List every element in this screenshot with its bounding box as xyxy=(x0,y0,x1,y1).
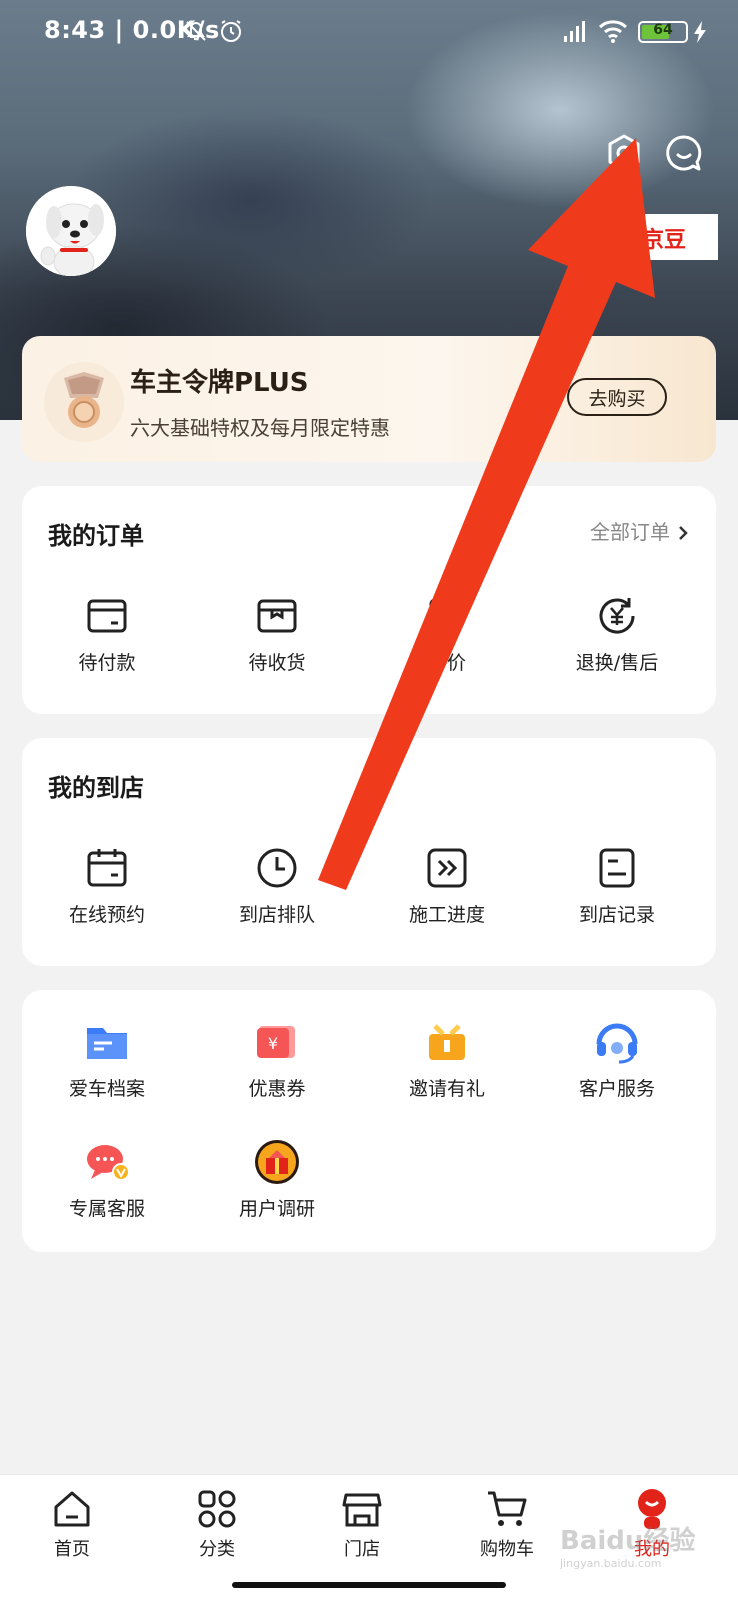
plus-title: 车主令牌PLUS xyxy=(130,368,309,398)
construction-progress[interactable]: 施工进度 xyxy=(372,844,522,927)
plus-banner[interactable]: 车主令牌PLUS 六大基础特权及每月限定特惠 去购买 xyxy=(22,336,716,462)
calendar-icon xyxy=(87,849,127,887)
settings-icon[interactable] xyxy=(604,133,644,173)
service-item-label: 用户调研 xyxy=(238,1198,315,1220)
store-item-label: 到店记录 xyxy=(578,904,655,926)
wallet-icon xyxy=(87,599,127,633)
folder-icon xyxy=(87,1028,127,1059)
tab-label: 分类 xyxy=(199,1539,235,1560)
services-card: 爱车档案 ¥ 优惠券 邀请有礼 客户服务 专属客服 用户调研 xyxy=(22,990,716,1252)
tab-cart[interactable]: 购物车 xyxy=(452,1487,562,1561)
service-item-label: 客户服务 xyxy=(578,1078,655,1100)
order-item-label: 待收货 xyxy=(248,652,306,674)
coupon-icon: ¥ xyxy=(257,1026,295,1058)
store-records[interactable]: 到店记录 xyxy=(542,844,692,927)
store-icon xyxy=(342,1493,382,1527)
gift-icon xyxy=(429,1024,465,1060)
service-item-label: 爱车档案 xyxy=(68,1078,145,1100)
car-profile[interactable]: 爱车档案 xyxy=(32,1018,182,1101)
store-visits-title: 我的到店 xyxy=(48,774,144,802)
cart-icon xyxy=(488,1491,527,1526)
avatar[interactable] xyxy=(26,186,116,276)
battery-icon: 64 xyxy=(638,21,688,43)
watermark-sub: jingyan.baidu.com xyxy=(560,1557,662,1570)
order-pending-payment[interactable]: 待付款 xyxy=(32,592,182,675)
wifi-icon xyxy=(598,20,628,43)
watermark: Baidu经验 jingyan.baidu.com xyxy=(560,1520,695,1570)
mute-bell-icon xyxy=(186,21,206,41)
record-icon xyxy=(599,848,635,888)
store-item-label: 到店排队 xyxy=(238,904,315,926)
comment-icon xyxy=(429,598,465,635)
customer-service[interactable]: 客户服务 xyxy=(542,1018,692,1101)
tab-label: 门店 xyxy=(344,1539,380,1560)
chevron-right-icon xyxy=(679,526,688,540)
beans-button[interactable]: 京豆 xyxy=(578,214,718,260)
buy-button[interactable]: 去购买 xyxy=(567,378,667,416)
status-bar: 8:43 | 0.0K/s 64 xyxy=(0,0,738,64)
survey-gift-icon xyxy=(255,1140,299,1184)
box-icon xyxy=(257,599,297,633)
order-after-sales[interactable]: 退换/售后 xyxy=(542,592,692,675)
refund-icon xyxy=(599,598,635,634)
signal-icon xyxy=(564,21,585,42)
store-queue[interactable]: 到店排队 xyxy=(202,844,352,927)
clock-icon xyxy=(257,848,297,888)
coupons[interactable]: ¥ 优惠券 xyxy=(202,1018,352,1101)
tab-home[interactable]: 首页 xyxy=(17,1487,127,1561)
battery-level: 64 xyxy=(653,22,673,38)
orders-title: 我的订单 xyxy=(48,522,144,550)
charging-icon xyxy=(694,21,706,43)
dedicated-support[interactable]: 专属客服 xyxy=(32,1138,182,1221)
order-item-label: 退换/售后 xyxy=(575,652,659,674)
order-item-label: 待付款 xyxy=(78,652,136,674)
tab-store[interactable]: 门店 xyxy=(307,1487,417,1561)
chat-bubble-icon xyxy=(87,1145,130,1181)
grid-icon xyxy=(198,1490,236,1528)
beans-label: 京豆 xyxy=(642,228,687,253)
alarm-icon xyxy=(221,20,241,42)
service-item-label: 优惠券 xyxy=(248,1078,306,1100)
message-icon[interactable] xyxy=(664,133,704,173)
store-item-label: 施工进度 xyxy=(408,904,485,926)
service-item-label: 专属客服 xyxy=(68,1198,145,1220)
watermark-text: Baidu经验 xyxy=(560,1526,696,1556)
service-item-label: 邀请有礼 xyxy=(408,1078,485,1100)
order-review[interactable]: 评价 xyxy=(372,592,522,675)
order-item-label: 评价 xyxy=(427,652,466,674)
order-pending-receipt[interactable]: 待收货 xyxy=(202,592,352,675)
orders-card: 我的订单 全部订单 待付款 待收货 评价 退换/售后 xyxy=(22,486,716,714)
headset-icon xyxy=(596,1023,638,1064)
home-indicator[interactable] xyxy=(232,1582,506,1588)
invite-rewards[interactable]: 邀请有礼 xyxy=(372,1018,522,1101)
all-orders-link[interactable]: 全部订单 xyxy=(590,516,690,545)
home-icon xyxy=(54,1491,90,1527)
svg-text:¥: ¥ xyxy=(268,1034,278,1053)
tab-label: 首页 xyxy=(54,1539,90,1560)
all-orders-label: 全部订单 xyxy=(590,520,670,544)
plus-subtitle: 六大基础特权及每月限定特惠 xyxy=(130,416,390,440)
medal-icon xyxy=(44,362,124,442)
progress-icon xyxy=(427,848,467,888)
tab-category[interactable]: 分类 xyxy=(162,1487,272,1561)
online-booking[interactable]: 在线预约 xyxy=(32,844,182,927)
tab-label: 购物车 xyxy=(480,1539,534,1560)
store-item-label: 在线预约 xyxy=(68,904,145,926)
joy-dog-mascot-icon xyxy=(26,186,116,276)
store-visits-card: 我的到店 在线预约 到店排队 施工进度 到店记录 xyxy=(22,738,716,966)
user-survey[interactable]: 用户调研 xyxy=(202,1138,352,1221)
